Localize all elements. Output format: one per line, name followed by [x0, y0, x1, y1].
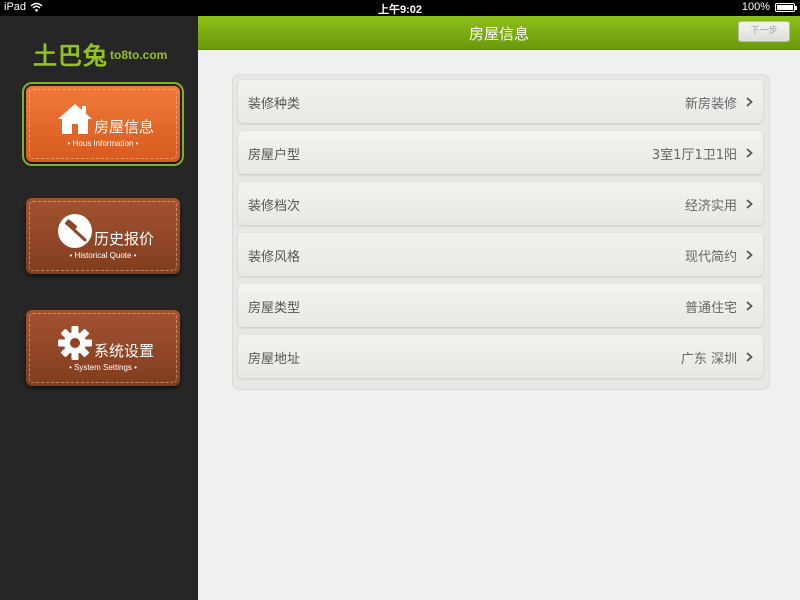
row-key: 房屋类型 — [248, 301, 301, 316]
sidebar-item-sublabel: • System Settings • — [69, 363, 137, 372]
logo-en-text: to8to.com — [110, 48, 168, 62]
main-content: 装修种类 新房装修 房屋户型 3室1厅1卫1阳 装修档次 经济实用 装修风格 现… — [198, 50, 800, 600]
row-key: 房屋地址 — [248, 352, 301, 367]
row-key: 装修种类 — [248, 97, 301, 112]
chevron-right-icon — [746, 352, 753, 362]
row-house-layout[interactable]: 房屋户型 3室1厅1卫1阳 — [238, 131, 763, 174]
battery-icon — [775, 3, 797, 12]
status-bar: iPad 上午9:02 100% — [0, 0, 800, 16]
row-decoration-type[interactable]: 装修种类 新房装修 — [238, 80, 763, 123]
row-value: 3室1厅1卫1阳 — [651, 148, 737, 163]
sidebar-item-label: 房屋信息 — [94, 118, 155, 136]
chevron-right-icon — [746, 97, 753, 107]
row-key: 装修档次 — [248, 199, 301, 214]
row-house-address[interactable]: 房屋地址 广东 深圳 — [238, 335, 763, 378]
sidebar-item-label: 系统设置 — [94, 342, 155, 360]
chevron-right-icon — [746, 301, 753, 311]
row-value: 广东 深圳 — [680, 352, 737, 367]
sidebar-item-sublabel: • Hous Information • — [67, 139, 139, 148]
page-title: 房屋信息 — [468, 25, 529, 43]
gavel-icon — [58, 214, 92, 248]
sidebar: 土巴兔 to8to.com 房屋信息 • Hous Information • … — [0, 16, 198, 600]
row-decoration-style[interactable]: 装修风格 现代简约 — [238, 233, 763, 276]
sidebar-item-label: 历史报价 — [94, 230, 155, 248]
chevron-right-icon — [746, 148, 753, 158]
row-key: 房屋户型 — [248, 148, 301, 163]
chevron-right-icon — [746, 250, 753, 260]
status-time: 上午9:02 — [377, 4, 423, 16]
gear-icon — [58, 326, 92, 360]
row-value: 现代简约 — [684, 250, 737, 265]
house-icon — [58, 104, 92, 134]
house-info-card: 装修种类 新房装修 房屋户型 3室1厅1卫1阳 装修档次 经济实用 装修风格 现… — [232, 74, 770, 390]
row-value: 经济实用 — [684, 199, 737, 214]
battery-percent: 100% — [741, 1, 770, 13]
chevron-right-icon — [746, 199, 753, 209]
sidebar-item-sublabel: • Historical Quote • — [69, 251, 137, 260]
sidebar-item-house-info[interactable]: 房屋信息 • Hous Information • — [22, 82, 184, 166]
logo-cn-text: 土巴兔 — [33, 42, 108, 70]
row-decoration-grade[interactable]: 装修档次 经济实用 — [238, 182, 763, 225]
sidebar-item-historical-quote[interactable]: 历史报价 • Historical Quote • — [26, 198, 180, 274]
row-value: 普通住宅 — [684, 301, 737, 316]
row-value: 新房装修 — [684, 97, 737, 112]
row-house-type[interactable]: 房屋类型 普通住宅 — [238, 284, 763, 327]
sidebar-item-system-settings[interactable]: 系统设置 • System Settings • — [26, 310, 180, 386]
header-bar: 房屋信息 下一步 — [198, 16, 800, 50]
logo: 土巴兔 to8to.com — [33, 36, 183, 70]
next-step-button[interactable]: 下一步 — [738, 21, 790, 42]
row-key: 装修风格 — [248, 250, 301, 265]
